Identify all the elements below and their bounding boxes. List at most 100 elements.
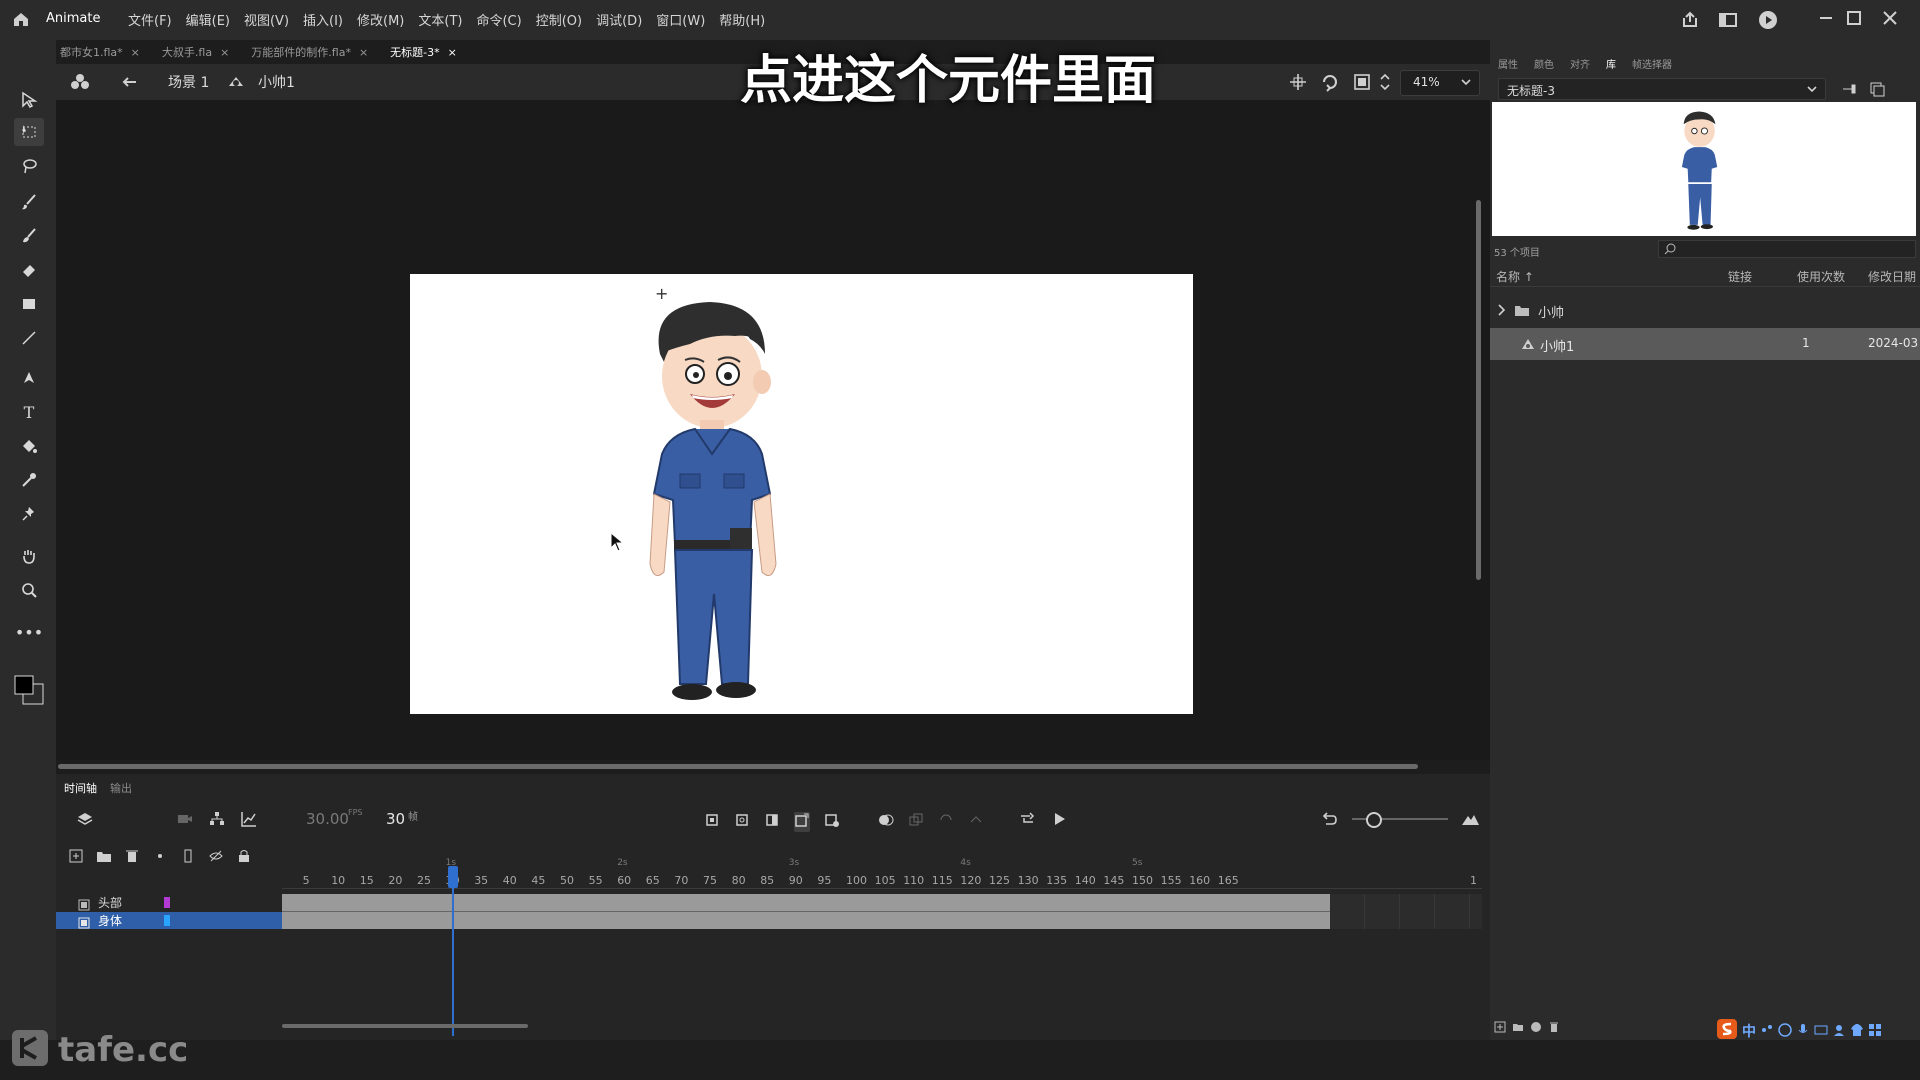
lasso-tool-icon[interactable] xyxy=(14,152,44,180)
loop-icon[interactable] xyxy=(938,812,954,832)
stage-vertical-scrollbar[interactable] xyxy=(1476,200,1481,580)
loop-playback-icon[interactable] xyxy=(1018,810,1036,832)
pen-tool-icon[interactable] xyxy=(14,364,44,392)
close-tab-icon[interactable]: × xyxy=(220,46,229,59)
insert-keyframe-icon[interactable] xyxy=(704,812,720,832)
fps-value[interactable]: 30.00 xyxy=(306,810,349,828)
eyedropper-tool-icon[interactable] xyxy=(14,466,44,494)
menu-window[interactable]: 窗口(W) xyxy=(656,10,705,29)
new-library-panel-icon[interactable] xyxy=(1868,80,1886,98)
tab-output[interactable]: 输出 xyxy=(110,780,132,796)
share-icon[interactable] xyxy=(1680,10,1700,30)
zoom-tool-icon[interactable] xyxy=(14,576,44,604)
menu-insert[interactable]: 插入(I) xyxy=(303,10,343,29)
frame-span-body[interactable] xyxy=(282,912,1330,929)
more-tools-icon[interactable]: ••• xyxy=(14,618,44,646)
menu-debug[interactable]: 调试(D) xyxy=(596,10,642,29)
new-folder-icon[interactable] xyxy=(1512,1018,1524,1037)
column-date-modified[interactable]: 修改日期 xyxy=(1868,268,1916,285)
playhead-handle[interactable] xyxy=(448,866,458,888)
tab-frame-picker[interactable]: 帧选择器 xyxy=(1632,56,1672,71)
delete-icon[interactable] xyxy=(1548,1018,1560,1037)
tab-doc-2[interactable]: 大叔手.fla × xyxy=(162,44,229,60)
back-arrow-icon[interactable] xyxy=(120,72,140,92)
emoji-icon[interactable] xyxy=(1778,1022,1792,1041)
layer-row-selected[interactable]: 身体 xyxy=(56,912,282,929)
onion-skin-icon[interactable] xyxy=(878,812,894,832)
library-document-select[interactable]: 无标题-3 xyxy=(1498,78,1826,100)
hide-layer-icon[interactable] xyxy=(208,848,224,868)
scene-breadcrumb[interactable]: 场景 1 xyxy=(168,72,209,92)
scene-icon[interactable] xyxy=(70,72,90,92)
tab-library[interactable]: 库 xyxy=(1606,56,1616,71)
insert-classic-tween-icon[interactable] xyxy=(824,812,840,832)
column-name[interactable]: 名称 ↑ xyxy=(1496,268,1534,285)
menu-help[interactable]: 帮助(H) xyxy=(719,10,765,29)
maximize-icon[interactable] xyxy=(1844,8,1864,28)
new-symbol-icon[interactable] xyxy=(1494,1018,1506,1037)
lock-layer-icon[interactable] xyxy=(236,848,252,868)
delete-layer-icon[interactable] xyxy=(124,848,140,868)
menu-text[interactable]: 文本(T) xyxy=(418,10,462,29)
tab-align[interactable]: 对齐 xyxy=(1570,56,1590,71)
insert-frame-icon[interactable] xyxy=(764,812,780,832)
menu-modify[interactable]: 修改(M) xyxy=(357,10,404,29)
paint-brush-tool-icon[interactable] xyxy=(14,222,44,250)
close-tab-icon[interactable]: × xyxy=(359,46,368,59)
close-tab-icon[interactable]: × xyxy=(131,46,140,59)
pin-library-icon[interactable] xyxy=(1840,80,1858,98)
timeline-zoom-handle[interactable] xyxy=(1366,812,1382,828)
zoom-select[interactable]: 41% xyxy=(1400,70,1480,96)
close-icon[interactable] xyxy=(1880,8,1900,28)
clip-stage-icon[interactable] xyxy=(1352,72,1372,92)
eraser-tool-icon[interactable] xyxy=(14,256,44,284)
punctuation-icon[interactable] xyxy=(1760,1022,1774,1041)
ime-language[interactable]: 中 xyxy=(1742,1021,1756,1041)
properties-icon[interactable] xyxy=(1530,1018,1542,1037)
insert-blank-keyframe-icon[interactable] xyxy=(734,812,750,832)
chevron-right-icon[interactable] xyxy=(1496,302,1508,322)
tab-timeline[interactable]: 时间轴 xyxy=(64,780,97,796)
column-use-count[interactable]: 使用次数 xyxy=(1797,268,1845,285)
menu-file[interactable]: 文件(F) xyxy=(128,10,172,29)
frame-span-head[interactable] xyxy=(282,894,1330,912)
menu-edit[interactable]: 编辑(E) xyxy=(186,10,230,29)
layer-row[interactable]: 头部 xyxy=(56,894,282,911)
pin-tool-icon[interactable] xyxy=(14,500,44,528)
paint-bucket-tool-icon[interactable] xyxy=(14,432,44,460)
edit-multiple-frames-icon[interactable] xyxy=(908,812,924,832)
playhead[interactable] xyxy=(452,866,454,1036)
rectangle-tool-icon[interactable] xyxy=(14,290,44,318)
layer-name[interactable]: 头部 xyxy=(98,894,122,911)
rotate-stage-icon[interactable] xyxy=(1320,72,1340,92)
tab-doc-3[interactable]: 万能部件的制作.fla* × xyxy=(251,44,368,60)
grid-icon[interactable] xyxy=(1868,1022,1882,1041)
sync-icon[interactable] xyxy=(968,812,984,832)
current-frame[interactable]: 30 xyxy=(386,810,405,828)
menu-commands[interactable]: 命令(C) xyxy=(476,10,521,29)
shirt-icon[interactable] xyxy=(1850,1022,1864,1041)
symbol-breadcrumb[interactable]: 小帅1 xyxy=(258,72,295,92)
mountain-zoom-icon[interactable] xyxy=(1460,810,1480,832)
empty-frames[interactable] xyxy=(1330,894,1482,929)
library-search-input[interactable] xyxy=(1658,240,1916,258)
stroke-fill-swatch-icon[interactable] xyxy=(13,674,45,706)
auto-keyframe-icon[interactable] xyxy=(794,812,810,832)
timeline-scrollbar[interactable] xyxy=(282,1024,528,1028)
stage-canvas[interactable]: + xyxy=(410,274,1193,714)
new-layer-icon[interactable] xyxy=(68,848,84,868)
tab-doc-1[interactable]: 都市女1.fla* × xyxy=(60,44,140,60)
parent-view-icon[interactable] xyxy=(208,810,226,832)
layer-name[interactable]: 身体 xyxy=(98,912,122,929)
keyboard-icon[interactable] xyxy=(1814,1022,1828,1041)
new-folder-icon[interactable] xyxy=(96,848,112,868)
text-tool-icon[interactable]: T xyxy=(14,398,44,426)
home-icon[interactable] xyxy=(12,10,30,28)
hand-tool-icon[interactable] xyxy=(14,542,44,570)
line-tool-icon[interactable] xyxy=(14,324,44,352)
column-linkage[interactable]: 链接 xyxy=(1728,268,1752,285)
sogou-icon[interactable] xyxy=(1716,1018,1738,1044)
tab-doc-4[interactable]: 无标题-3* × xyxy=(390,44,457,60)
frame-ruler[interactable]: 5101520253035404550556065707580859095100… xyxy=(282,858,1482,888)
free-transform-tool-icon[interactable] xyxy=(14,118,44,146)
